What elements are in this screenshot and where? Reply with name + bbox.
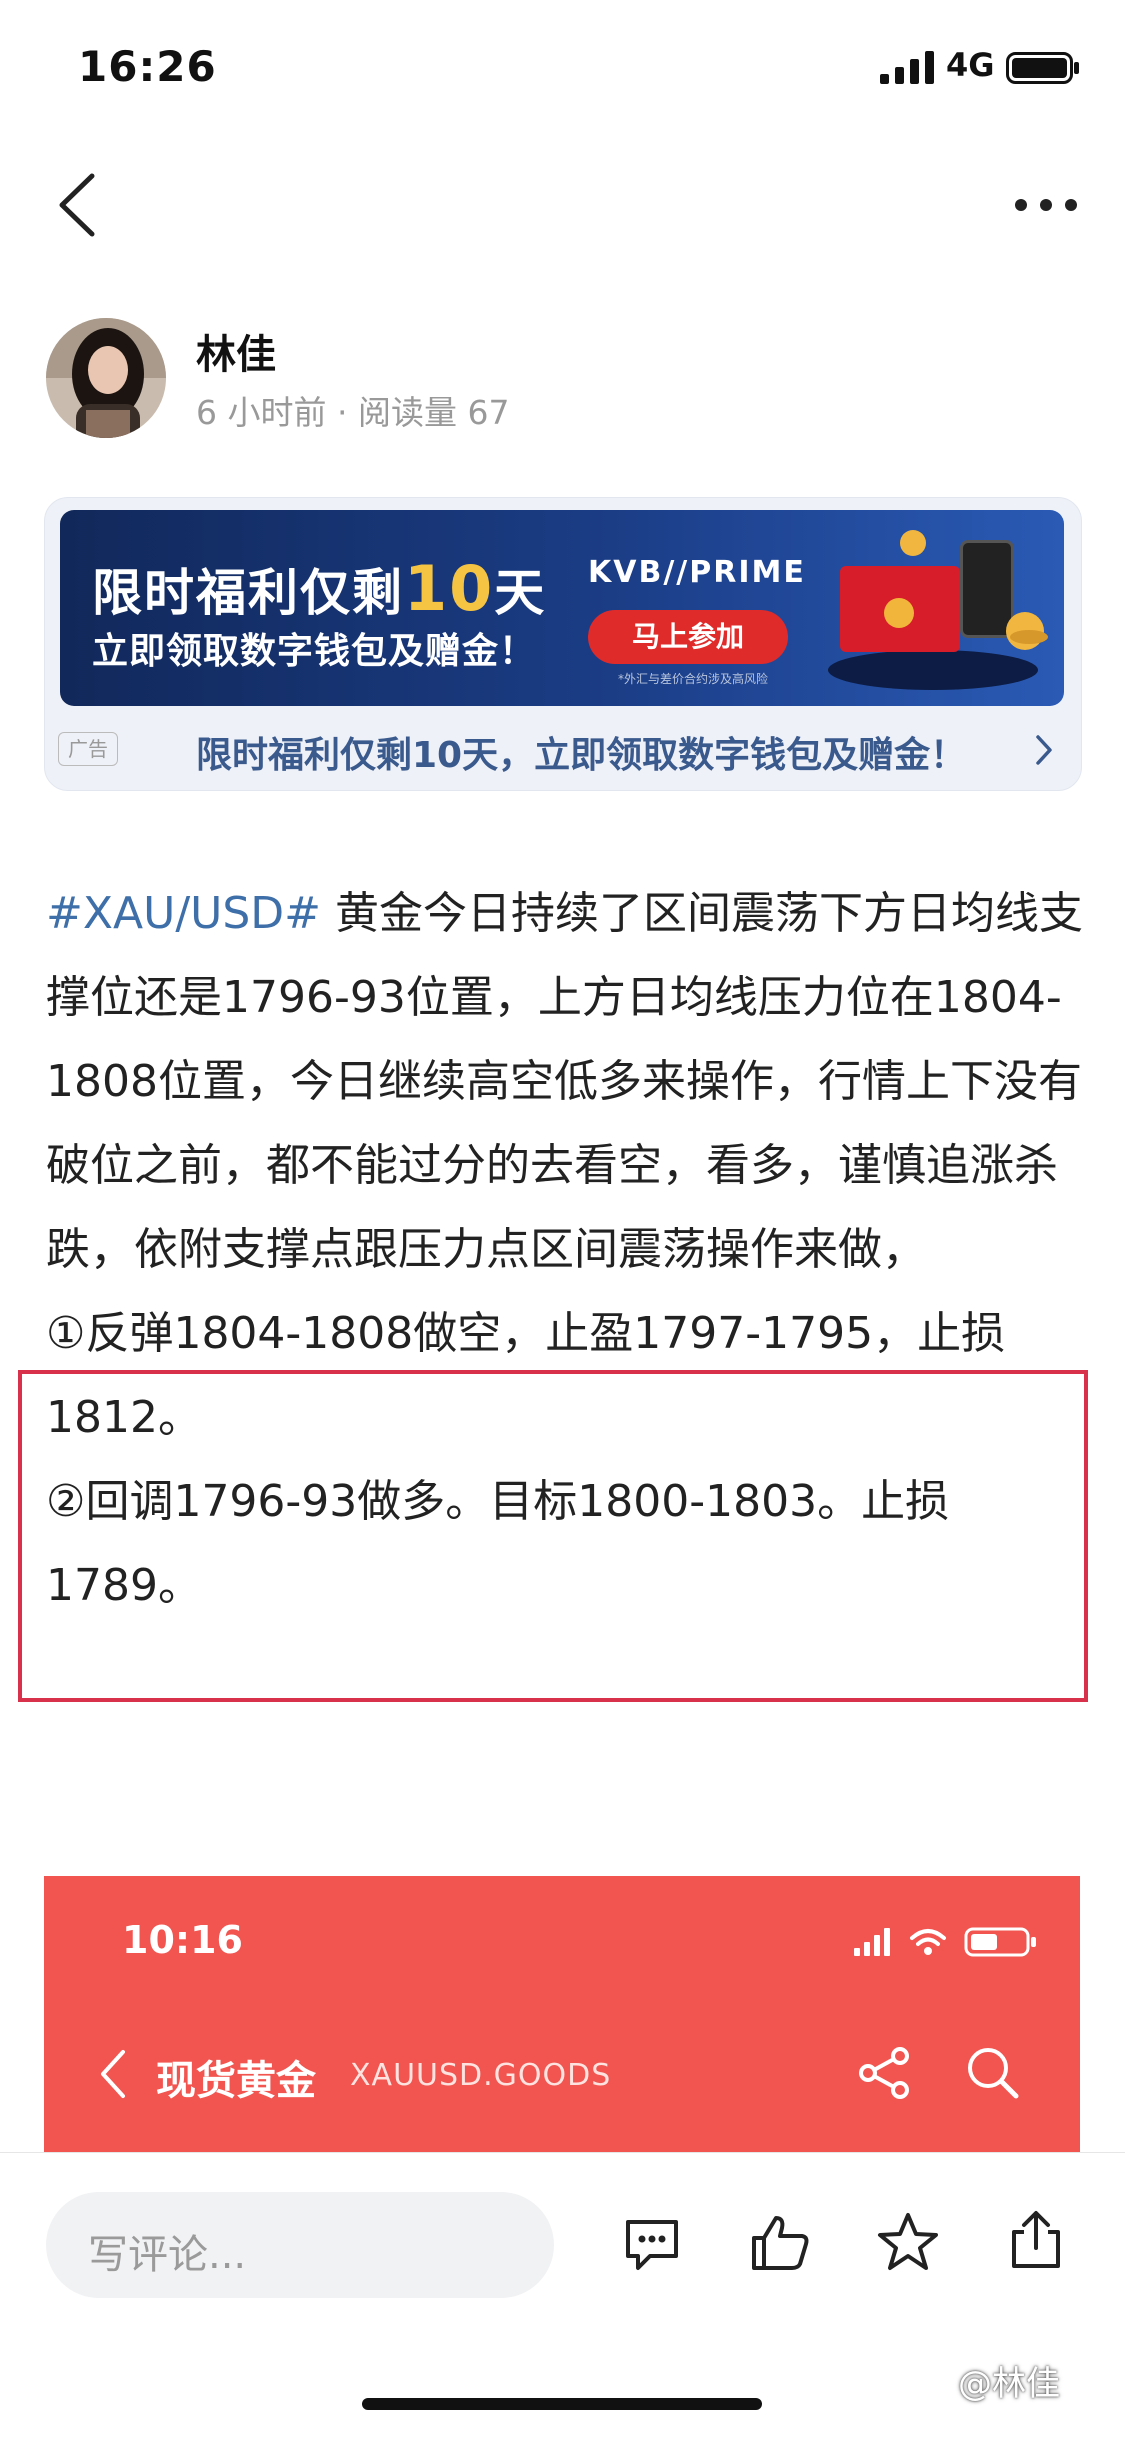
ad-subline: 立即领取数字钱包及赠金！	[92, 631, 537, 672]
ad-caption-link[interactable]: 限时福利仅剩10天，立即领取数字钱包及赠金！	[196, 726, 966, 778]
star-icon[interactable]	[876, 2210, 940, 2274]
post-meta: 6 小时前 · 阅读量 67	[196, 393, 510, 432]
coin-graphic	[900, 530, 926, 556]
ad-brand-logo: KVB//PRIME	[588, 555, 806, 590]
comment-icon[interactable]	[620, 2212, 684, 2276]
embedded-status-icons	[854, 1927, 1036, 1957]
search-icon	[968, 2048, 1019, 2099]
ad-pedestal-graphic	[828, 650, 1038, 690]
highlight-box	[18, 1370, 1088, 1702]
ad-join-button[interactable]: 马上参加	[588, 610, 788, 664]
more-options-icon[interactable]	[1014, 198, 1078, 212]
chevron-right-icon[interactable]	[1034, 734, 1054, 766]
embedded-status-time: 10:16	[122, 1918, 243, 1962]
signal-icon	[880, 51, 934, 84]
battery-icon	[1006, 52, 1079, 84]
ad-headline: 限时福利仅剩10天	[92, 552, 546, 625]
embedded-title: 现货黄金	[156, 2058, 316, 2104]
phone-graphic	[960, 540, 1014, 638]
watermark: @林佳	[958, 2364, 1060, 2404]
avatar[interactable]	[46, 318, 166, 438]
back-chevron-icon[interactable]	[54, 170, 100, 240]
author-name[interactable]: 林佳	[196, 322, 276, 380]
ad-headline-number: 10	[404, 552, 495, 625]
ad-headline-post: 天	[494, 564, 547, 622]
envelope-seal-graphic	[884, 598, 914, 628]
home-indicator[interactable]	[362, 2398, 762, 2410]
status-time: 16:26	[78, 42, 217, 91]
ad-fine-print: *外汇与差价合约涉及高风险	[618, 672, 769, 686]
embedded-back-icon	[101, 2050, 125, 2098]
hashtag-link[interactable]: #XAU/USD#	[46, 888, 321, 939]
share-icon	[859, 2047, 909, 2099]
embedded-symbol-code: XAUUSD.GOODS	[350, 2058, 612, 2093]
like-icon[interactable]	[748, 2210, 812, 2274]
share-upload-icon[interactable]	[1004, 2208, 1068, 2272]
comment-placeholder[interactable]: 写评论...	[88, 2222, 246, 2280]
network-type: 4G	[946, 46, 995, 84]
coin-stack-base-graphic	[1010, 630, 1048, 644]
ad-tag: 广告	[58, 732, 118, 766]
article-paragraph: 黄金今日持续了区间震荡下方日均线支撑位还是1796-93位置，上方日均线压力位在…	[46, 888, 1084, 1275]
ad-headline-pre: 限时福利仅剩	[92, 564, 404, 622]
